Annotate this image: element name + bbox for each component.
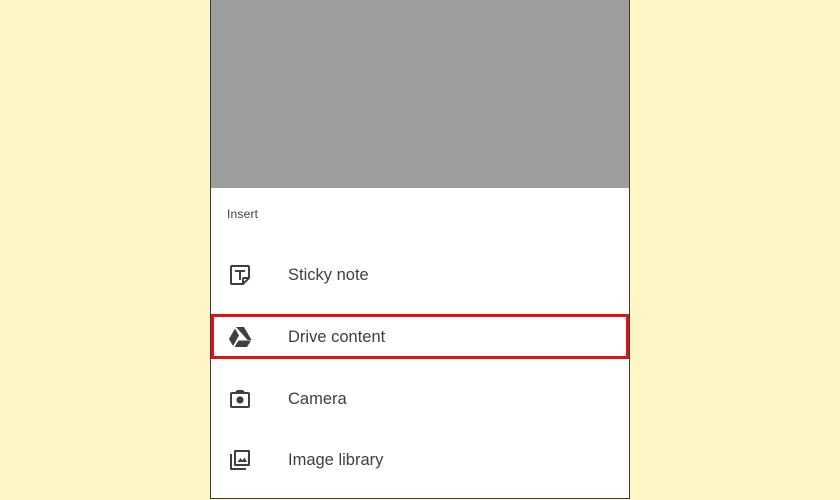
menu-item-label: Drive content <box>288 327 386 346</box>
sheet-title: Insert <box>227 207 259 221</box>
insert-bottom-sheet: Insert Sticky note Drive content Camera … <box>211 188 629 498</box>
menu-item-drive-content[interactable]: Drive content <box>211 315 629 359</box>
menu-item-camera[interactable]: Camera <box>211 377 629 421</box>
menu-item-image-library[interactable]: Image library <box>211 438 629 482</box>
menu-item-sticky-note[interactable]: Sticky note <box>211 253 629 297</box>
menu-item-label: Image library <box>288 450 384 469</box>
menu-item-label: Sticky note <box>288 265 369 284</box>
camera-icon <box>228 387 252 411</box>
sticky-note-icon <box>228 263 252 287</box>
image-library-icon <box>228 448 252 472</box>
phone-screen: Insert Sticky note Drive content Camera … <box>210 0 630 499</box>
dimmed-backdrop[interactable] <box>211 0 629 188</box>
google-drive-icon <box>228 325 252 349</box>
menu-item-label: Camera <box>288 389 347 408</box>
